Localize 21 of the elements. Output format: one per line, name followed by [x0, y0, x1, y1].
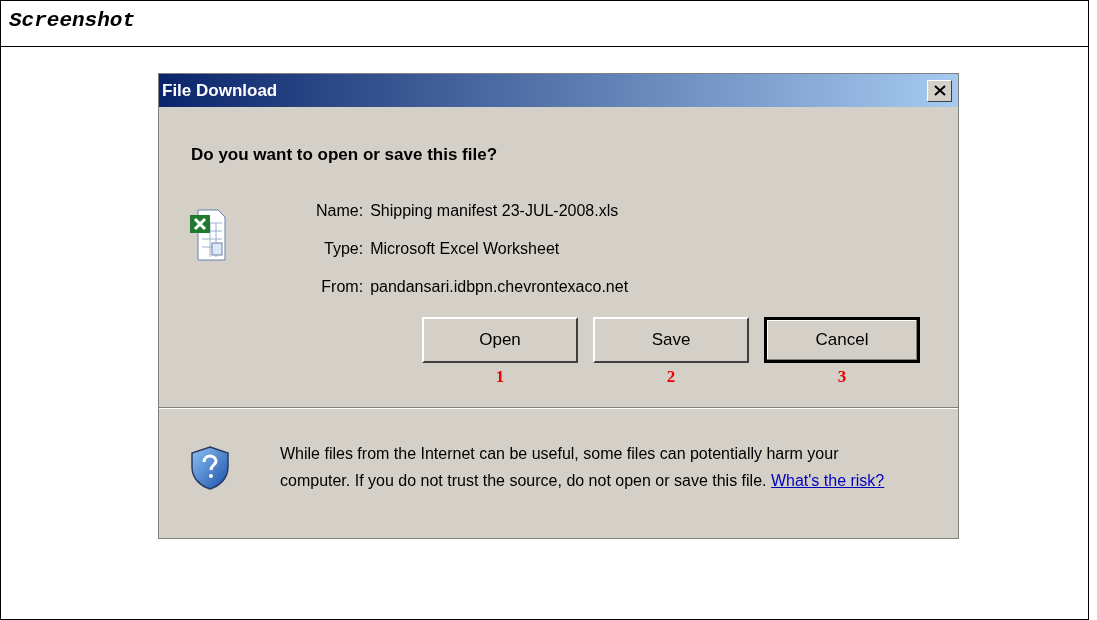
spreadsheet-file-icon [190, 209, 226, 261]
annotation-number: 1 [495, 367, 505, 387]
annotation-number: 2 [666, 367, 676, 387]
window-title: File Download [162, 80, 278, 101]
field-label: Name: [316, 201, 365, 221]
close-button[interactable] [927, 79, 952, 102]
field-value: pandansari.idbpn.chevrontexaco.net [370, 277, 629, 297]
field-label: From: [320, 277, 365, 297]
question-text: Do you want to open or save this file? [190, 144, 499, 166]
close-icon [933, 85, 946, 96]
dialog-button[interactable]: Cancel [764, 317, 920, 363]
dialog-button[interactable]: Open [422, 317, 578, 363]
shield-question-icon [190, 446, 230, 490]
dialog-button[interactable]: Save [593, 317, 749, 363]
field-value: Shipping manifest 23-JUL-2008.xls [370, 201, 620, 221]
warning-text: While files from the Internet can be useful, some files can potentially harm your computer. If you do not trust the source, do not open or save this file. What's the risk? [280, 444, 886, 491]
field-value: Microsoft Excel Worksheet [370, 239, 561, 259]
field-label: Type: [323, 239, 365, 259]
annotation-number: 3 [837, 367, 847, 387]
risk-link[interactable]: What's the risk? [770, 472, 885, 489]
section-heading: Screenshot [9, 9, 136, 32]
